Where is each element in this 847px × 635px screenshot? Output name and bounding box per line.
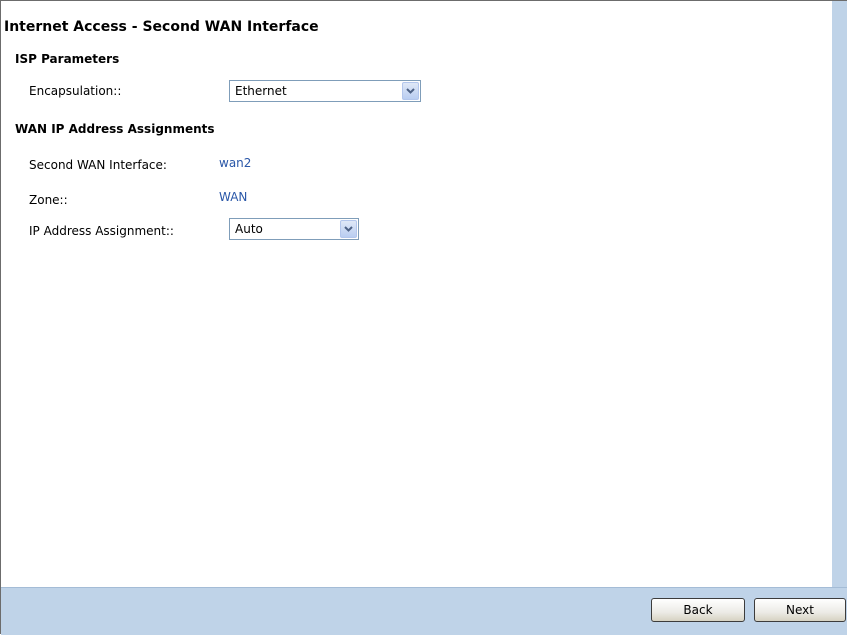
wizard-footer: Back Next xyxy=(1,587,847,635)
zone-value: WAN xyxy=(219,190,248,204)
chevron-down-icon[interactable] xyxy=(402,82,419,100)
back-button[interactable]: Back xyxy=(651,598,745,622)
encapsulation-select[interactable]: Ethernet xyxy=(229,80,421,102)
ip-address-assignment-label: IP Address Assignment:: xyxy=(29,224,174,238)
second-wan-interface-label: Second WAN Interface: xyxy=(29,158,167,172)
isp-parameters-heading: ISP Parameters xyxy=(15,52,120,66)
page-title: Internet Access - Second WAN Interface xyxy=(4,19,319,35)
next-button[interactable]: Next xyxy=(754,598,846,622)
wan-ip-address-assignments-heading: WAN IP Address Assignments xyxy=(15,122,215,136)
ip-address-assignment-selected-value: Auto xyxy=(235,222,263,236)
encapsulation-selected-value: Ethernet xyxy=(235,84,287,98)
encapsulation-label: Encapsulation:: xyxy=(29,84,122,98)
wizard-panel: Internet Access - Second WAN Interface I… xyxy=(0,0,847,635)
right-side-strip xyxy=(832,1,847,587)
second-wan-interface-value: wan2 xyxy=(219,156,252,170)
zone-label: Zone:: xyxy=(29,193,68,207)
ip-address-assignment-select[interactable]: Auto xyxy=(229,218,359,240)
chevron-down-icon[interactable] xyxy=(340,220,357,238)
